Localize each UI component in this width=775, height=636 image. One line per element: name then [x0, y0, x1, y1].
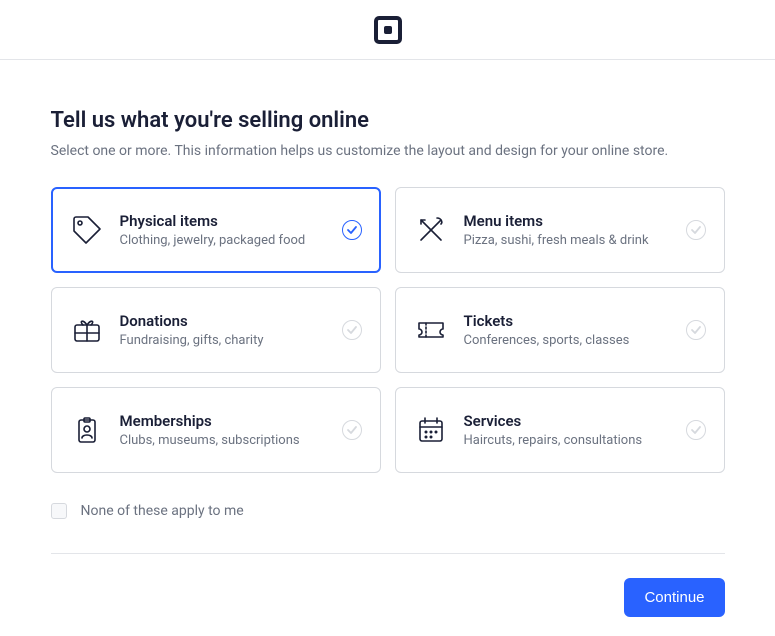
ticket-icon [414, 313, 448, 347]
none-checkbox[interactable] [51, 503, 67, 519]
footer: Continue [51, 554, 725, 617]
main-container: Tell us what you're selling online Selec… [51, 60, 725, 617]
calendar-icon [414, 413, 448, 447]
option-text: Memberships Clubs, museums, subscription… [120, 412, 326, 448]
option-desc: Clubs, museums, subscriptions [120, 433, 326, 448]
continue-button[interactable]: Continue [624, 578, 724, 617]
option-desc: Haircuts, repairs, consultations [464, 433, 670, 448]
option-text: Physical items Clothing, jewelry, packag… [120, 212, 326, 248]
option-desc: Pizza, sushi, fresh meals & drink [464, 233, 670, 248]
none-label: None of these apply to me [81, 503, 244, 519]
option-text: Tickets Conferences, sports, classes [464, 312, 670, 348]
option-desc: Conferences, sports, classes [464, 333, 670, 348]
option-services[interactable]: Services Haircuts, repairs, consultation… [395, 387, 725, 473]
top-bar [0, 0, 775, 60]
option-text: Services Haircuts, repairs, consultation… [464, 412, 670, 448]
option-tickets[interactable]: Tickets Conferences, sports, classes [395, 287, 725, 373]
option-menu-items[interactable]: Menu items Pizza, sushi, fresh meals & d… [395, 187, 725, 273]
option-title: Menu items [464, 212, 670, 230]
check-icon [686, 220, 706, 240]
square-logo-dot [384, 26, 392, 34]
option-title: Services [464, 412, 670, 430]
check-icon [342, 220, 362, 240]
check-icon [342, 320, 362, 340]
option-donations[interactable]: Donations Fundraising, gifts, charity [51, 287, 381, 373]
id-badge-icon [70, 413, 104, 447]
options-grid: Physical items Clothing, jewelry, packag… [51, 187, 725, 473]
page-title: Tell us what you're selling online [51, 108, 725, 133]
option-text: Donations Fundraising, gifts, charity [120, 312, 326, 348]
check-icon [686, 420, 706, 440]
option-text: Menu items Pizza, sushi, fresh meals & d… [464, 212, 670, 248]
page-subtitle: Select one or more. This information hel… [51, 143, 725, 159]
tag-icon [70, 213, 104, 247]
gift-icon [70, 313, 104, 347]
option-memberships[interactable]: Memberships Clubs, museums, subscription… [51, 387, 381, 473]
check-icon [342, 420, 362, 440]
option-title: Tickets [464, 312, 670, 330]
square-logo [374, 16, 402, 44]
none-of-these-row[interactable]: None of these apply to me [51, 503, 725, 554]
option-desc: Fundraising, gifts, charity [120, 333, 326, 348]
utensils-icon [414, 213, 448, 247]
option-physical-items[interactable]: Physical items Clothing, jewelry, packag… [51, 187, 381, 273]
check-icon [686, 320, 706, 340]
option-title: Memberships [120, 412, 326, 430]
option-desc: Clothing, jewelry, packaged food [120, 233, 326, 248]
option-title: Donations [120, 312, 326, 330]
option-title: Physical items [120, 212, 326, 230]
